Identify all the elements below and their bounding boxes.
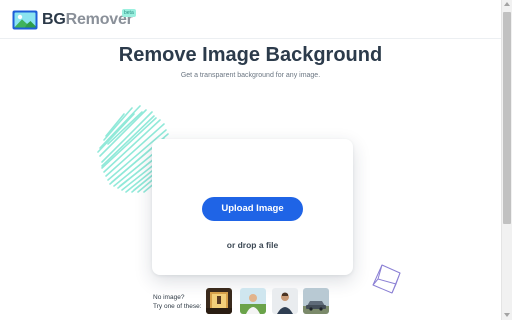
vertical-scrollbar[interactable] xyxy=(501,0,512,320)
drop-file-hint: or drop a file xyxy=(226,240,279,250)
page-subtitle: Get a transparent background for any ima… xyxy=(180,72,321,79)
samples-line-1: No image? xyxy=(153,294,185,301)
upload-image-button[interactable]: Upload Image xyxy=(202,197,303,221)
scroll-down-arrow-icon[interactable] xyxy=(504,313,510,317)
beta-badge: beta xyxy=(122,9,136,17)
page-title: Remove Image Background xyxy=(118,44,383,66)
decorative-cube xyxy=(372,264,401,294)
upload-card[interactable]: Upload Image or drop a file xyxy=(152,139,353,275)
top-header: BGRemover beta xyxy=(0,0,501,39)
scroll-thumb[interactable] xyxy=(503,12,511,224)
sample-image-3[interactable] xyxy=(272,288,298,314)
samples-line-2: Try one of these: xyxy=(153,303,202,310)
samples-label: No image? Try one of these: xyxy=(153,293,202,311)
brand-name[interactable]: BGRemover xyxy=(42,11,133,29)
sample-image-4[interactable] xyxy=(303,288,329,314)
brand-bold: BG xyxy=(42,11,66,28)
scroll-up-arrow-icon[interactable] xyxy=(504,2,510,6)
sample-image-1[interactable] xyxy=(206,288,232,314)
image-landscape-icon[interactable] xyxy=(12,10,38,30)
sample-image-2[interactable] xyxy=(240,288,266,314)
